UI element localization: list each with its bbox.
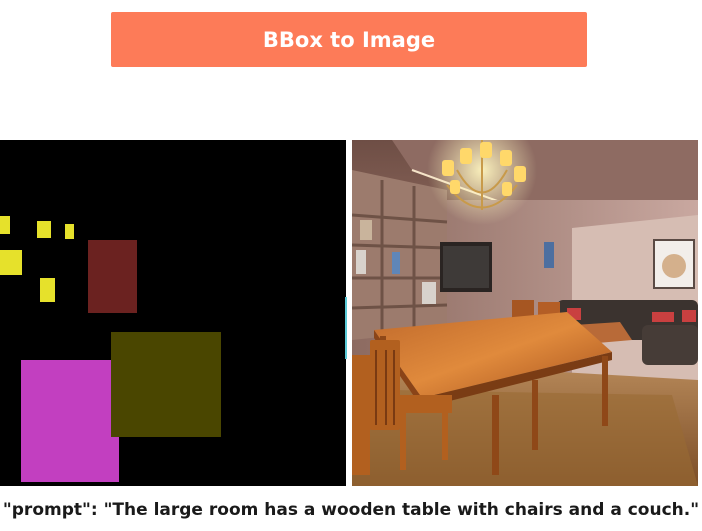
bbox-olive xyxy=(111,332,221,437)
bbox-dark-red xyxy=(88,240,137,313)
bbox-magenta xyxy=(21,360,119,482)
prompt-caption: "prompt": "The large room has a wooden t… xyxy=(2,500,700,520)
bbox-yellow-4 xyxy=(0,250,22,275)
bbox-yellow-5 xyxy=(40,278,55,302)
bbox-layout-panel xyxy=(0,140,346,486)
bbox-yellow-3 xyxy=(65,224,74,239)
divider-marker xyxy=(345,297,347,359)
bbox-to-image-button[interactable]: BBox to Image xyxy=(111,12,587,67)
bbox-yellow-2 xyxy=(37,221,51,238)
bbox-yellow-1 xyxy=(0,216,10,234)
generated-room-image xyxy=(352,140,698,486)
